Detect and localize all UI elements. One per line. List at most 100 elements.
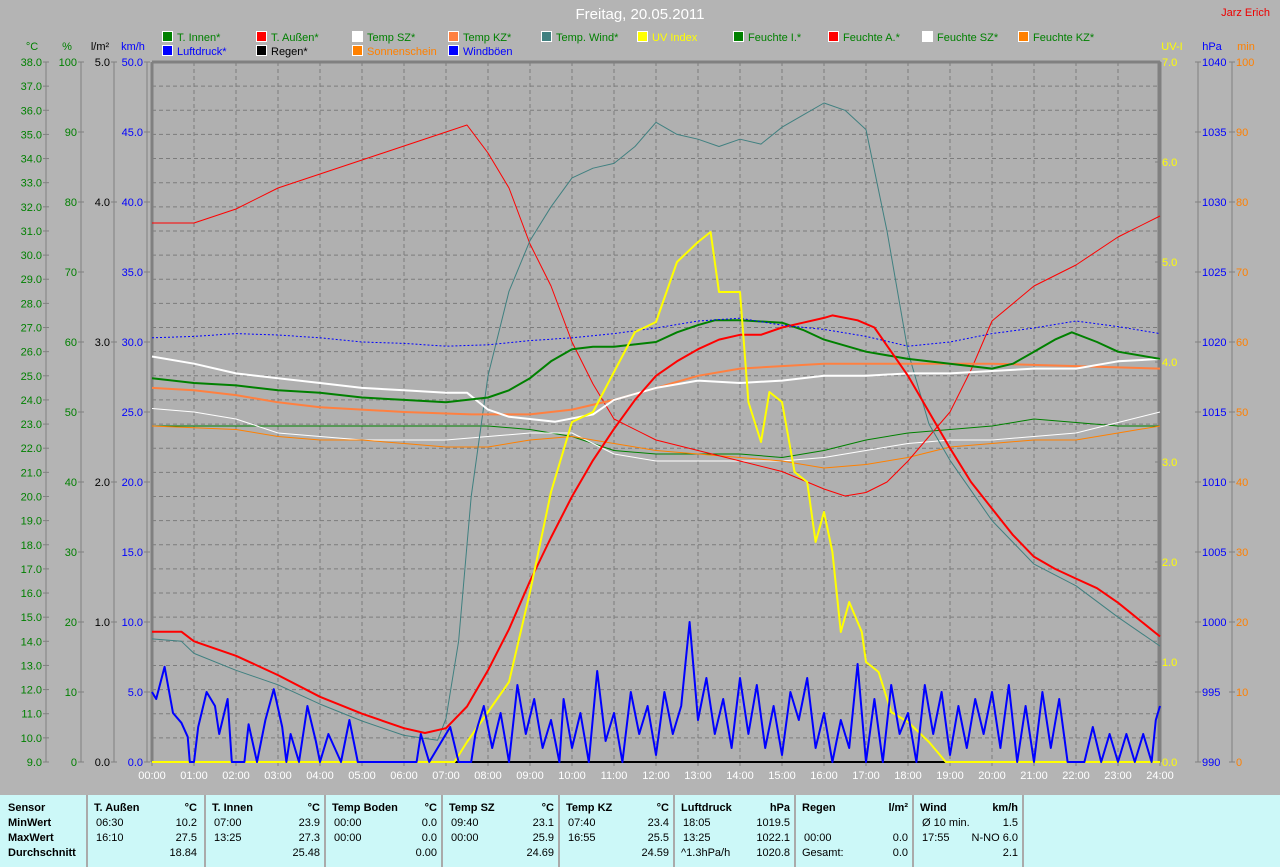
max-value: 1022.1 xyxy=(756,832,790,844)
axis-tick-label-wind: 20.0 xyxy=(122,477,143,489)
min-value: 1019.5 xyxy=(756,817,790,829)
axis-tick-label-press: 1035 xyxy=(1202,127,1226,139)
axis-tick-label-rain: 5.0 xyxy=(95,57,110,69)
max-value: 27.5 xyxy=(175,832,197,844)
axis-tick-label-temp: 20.0 xyxy=(21,491,42,503)
x-tick-label: 01:00 xyxy=(180,770,208,782)
column-unit: km/h xyxy=(992,802,1018,814)
axis-tick-label-temp: 35.0 xyxy=(21,129,42,141)
column-separator xyxy=(794,795,796,867)
axis-tick-label-hum: 50 xyxy=(65,407,77,419)
axis-tick-label-temp: 36.0 xyxy=(21,105,42,117)
axis-tick-label-temp: 18.0 xyxy=(21,540,42,552)
average-value: 0.0 xyxy=(892,847,908,859)
axis-tick-label-temp: 29.0 xyxy=(21,274,42,286)
column-separator xyxy=(441,795,443,867)
x-tick-label: 07:00 xyxy=(432,770,460,782)
column-unit: °C xyxy=(184,802,197,814)
axis-tick-label-press: 995 xyxy=(1202,687,1220,699)
column-separator xyxy=(673,795,675,867)
max-value: 27.3 xyxy=(298,832,320,844)
axis-tick-label-sun: 10 xyxy=(1236,687,1248,699)
average-value: 24.69 xyxy=(526,847,554,859)
min-value: 1.5 xyxy=(1002,817,1018,829)
axis-tick-label-hum: 80 xyxy=(65,197,77,209)
column-separator xyxy=(1022,795,1024,867)
axis-tick-label-press: 1005 xyxy=(1202,547,1226,559)
column-unit: °C xyxy=(541,802,554,814)
axis-tick-label-sun: 30 xyxy=(1236,547,1248,559)
x-tick-label: 09:00 xyxy=(516,770,544,782)
axis-tick-label-wind: 5.0 xyxy=(128,687,143,699)
x-tick-label: 20:00 xyxy=(978,770,1006,782)
x-tick-label: 15:00 xyxy=(768,770,796,782)
axis-tick-label-temp: 21.0 xyxy=(21,467,42,479)
max-value: 25.9 xyxy=(532,832,554,844)
axis-tick-label-temp: 11.0 xyxy=(21,709,42,721)
min-value: 23.4 xyxy=(647,817,669,829)
axis-tick-label-sun: 50 xyxy=(1236,407,1248,419)
row-label: Sensor xyxy=(8,802,46,814)
axis-tick-label-uv: 6.0 xyxy=(1162,157,1177,169)
x-tick-label: 00:00 xyxy=(138,770,166,782)
x-tick-label: 14:00 xyxy=(726,770,754,782)
axis-tick-label-rain: 0.0 xyxy=(95,757,110,769)
average-value: 18.84 xyxy=(169,847,197,859)
column-unit: l/m² xyxy=(888,802,908,814)
axis-tick-label-uv: 3.0 xyxy=(1162,457,1177,469)
axis-tick-label-press: 1020 xyxy=(1202,337,1226,349)
max-value: 0.0 xyxy=(421,832,437,844)
max-value: 0.0 xyxy=(892,832,908,844)
axis-tick-label-sun: 20 xyxy=(1236,617,1248,629)
axis-tick-label-temp: 34.0 xyxy=(21,154,42,166)
column-separator xyxy=(558,795,560,867)
axis-tick-label-wind: 35.0 xyxy=(122,267,143,279)
axis-unit-wind: km/h xyxy=(121,41,145,53)
column-unit: °C xyxy=(424,802,437,814)
row-label: Durchschnitt xyxy=(8,847,76,859)
axis-unit-press: hPa xyxy=(1202,41,1222,53)
axis-tick-label-hum: 70 xyxy=(65,267,77,279)
axis-tick-label-hum: 100 xyxy=(59,57,77,69)
axis-tick-label-temp: 10.0 xyxy=(21,733,42,745)
axis-tick-label-hum: 20 xyxy=(65,617,77,629)
x-tick-label: 24:00 xyxy=(1146,770,1174,782)
x-tick-label: 13:00 xyxy=(684,770,712,782)
axis-tick-label-wind: 25.0 xyxy=(122,407,143,419)
max-value: N-NO 6.0 xyxy=(971,832,1018,844)
average-value: 24.59 xyxy=(641,847,669,859)
min-value: 10.2 xyxy=(175,817,197,829)
x-tick-label: 11:00 xyxy=(601,770,628,782)
axis-tick-label-wind: 40.0 xyxy=(122,197,143,209)
axis-tick-label-hum: 60 xyxy=(65,337,77,349)
column-separator xyxy=(204,795,206,867)
column-separator xyxy=(86,795,88,867)
axis-tick-label-temp: 31.0 xyxy=(21,226,42,238)
column-separator xyxy=(324,795,326,867)
x-tick-label: 18:00 xyxy=(894,770,922,782)
x-tick-label: 10:00 xyxy=(558,770,586,782)
axis-tick-label-press: 990 xyxy=(1202,757,1220,769)
axis-tick-label-sun: 70 xyxy=(1236,267,1248,279)
axis-tick-label-hum: 0 xyxy=(71,757,77,769)
axis-tick-label-rain: 3.0 xyxy=(95,337,110,349)
axis-tick-label-temp: 13.0 xyxy=(21,660,42,672)
axis-tick-label-hum: 10 xyxy=(65,687,77,699)
axis-tick-label-wind: 45.0 xyxy=(122,127,143,139)
x-tick-label: 08:00 xyxy=(474,770,502,782)
axis-tick-label-temp: 37.0 xyxy=(21,81,42,93)
axis-unit-sun: min xyxy=(1237,41,1255,53)
axis-tick-label-press: 1010 xyxy=(1202,477,1226,489)
max-value: 25.5 xyxy=(647,832,669,844)
axis-tick-label-temp: 26.0 xyxy=(21,347,42,359)
x-tick-label: 16:00 xyxy=(810,770,838,782)
row-label: MaxWert xyxy=(8,832,54,844)
x-tick-label: 06:00 xyxy=(390,770,418,782)
min-value: 0.0 xyxy=(421,817,437,829)
axis-tick-label-temp: 14.0 xyxy=(21,636,42,648)
axis-unit-temp: °C xyxy=(26,41,38,53)
x-tick-label: 03:00 xyxy=(264,770,292,782)
axis-tick-label-uv: 7.0 xyxy=(1162,57,1177,69)
axis-tick-label-press: 1000 xyxy=(1202,617,1226,629)
axis-tick-label-wind: 10.0 xyxy=(122,617,143,629)
